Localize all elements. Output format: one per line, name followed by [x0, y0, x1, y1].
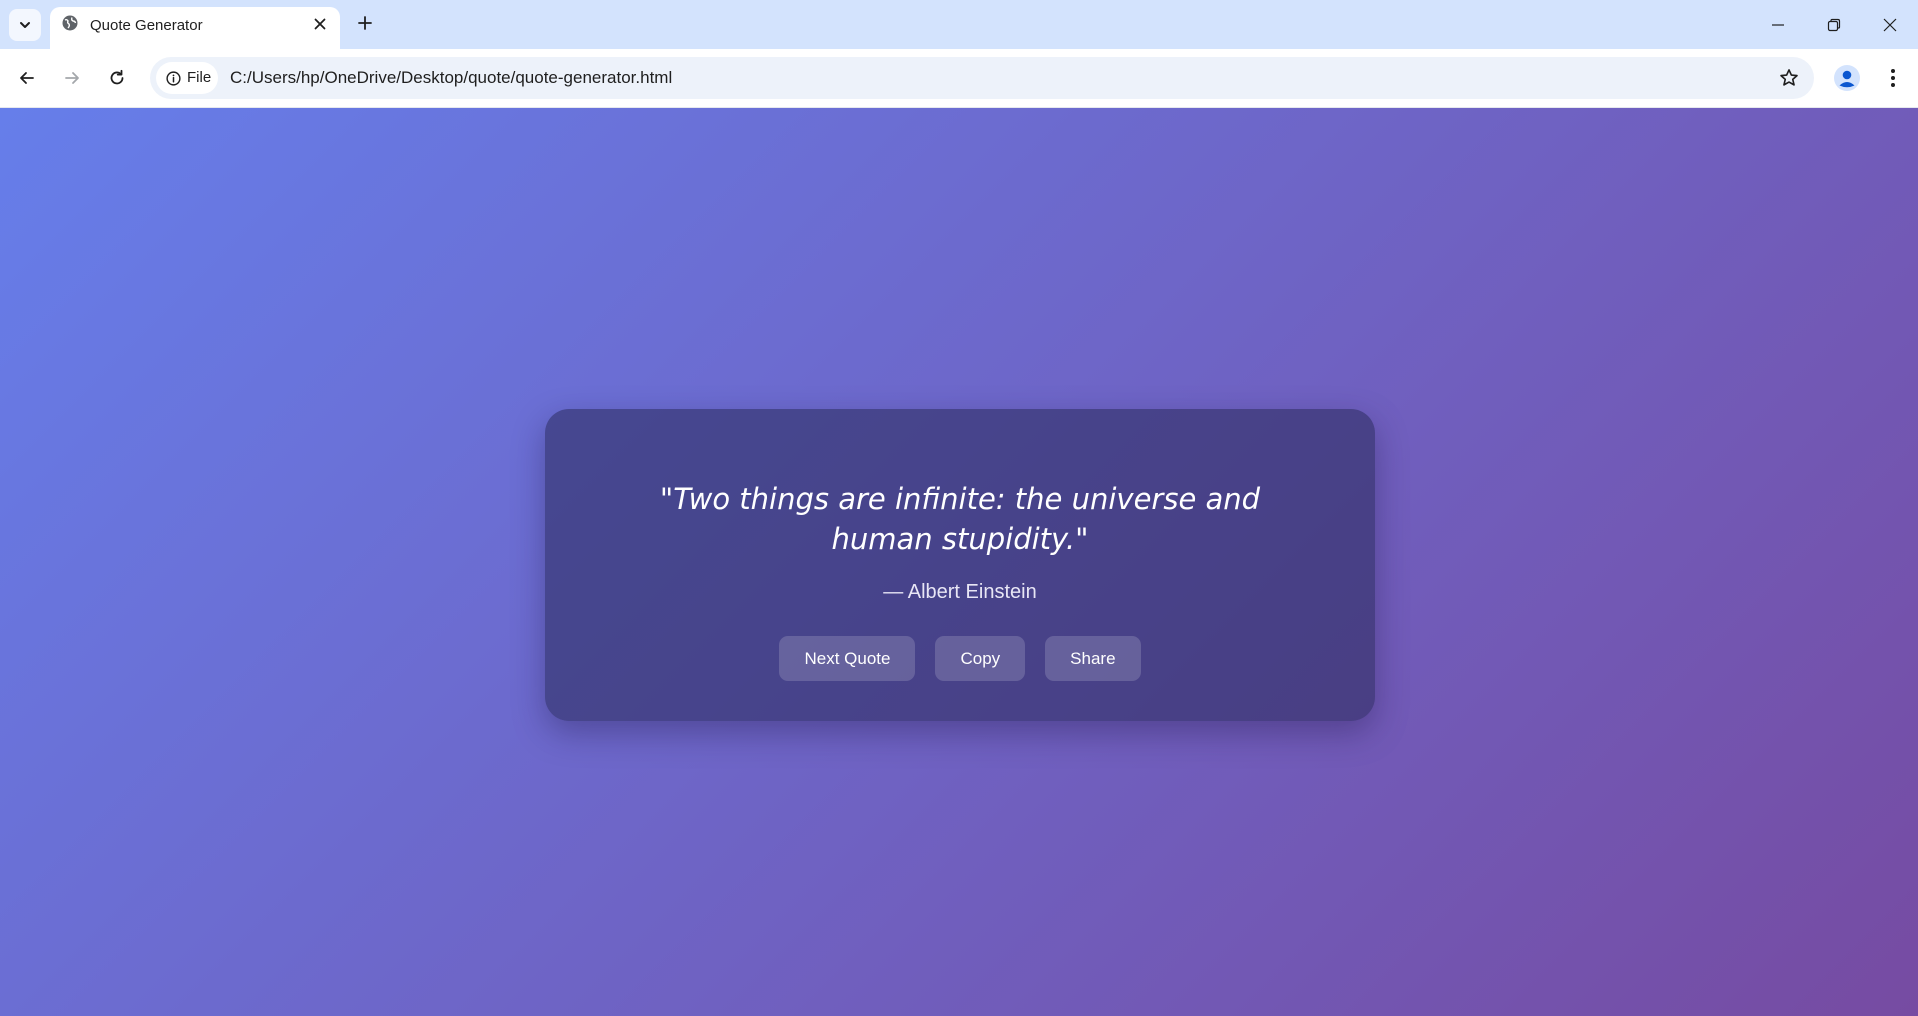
- minimize-button[interactable]: [1750, 0, 1806, 49]
- info-icon: [166, 71, 181, 86]
- browser-toolbar: File C:/Users/hp/OneDrive/Desktop/quote/…: [0, 49, 1918, 108]
- reload-button[interactable]: [102, 63, 132, 93]
- tab-title: Quote Generator: [90, 17, 203, 34]
- close-tab-icon[interactable]: [312, 16, 328, 32]
- globe-icon: [62, 15, 78, 31]
- copy-button[interactable]: Copy: [935, 636, 1026, 681]
- avatar-icon: [1834, 65, 1860, 91]
- profile-button[interactable]: [1832, 63, 1862, 93]
- tab-strip: Quote Generator: [0, 0, 1918, 49]
- chevron-down-icon: [20, 22, 30, 28]
- quote-text: "Two things are infinite: the universe a…: [659, 482, 1261, 556]
- active-tab[interactable]: Quote Generator: [50, 7, 340, 49]
- browser-menu-button[interactable]: [1878, 63, 1908, 93]
- back-arrow-icon: [20, 72, 34, 84]
- forward-button[interactable]: [57, 63, 87, 93]
- url-text[interactable]: C:/Users/hp/OneDrive/Desktop/quote/quote…: [230, 68, 672, 88]
- share-button[interactable]: Share: [1045, 636, 1141, 681]
- reload-icon: [110, 69, 124, 85]
- action-buttons: Next Quote Copy Share: [545, 636, 1375, 681]
- close-icon: [1883, 18, 1897, 31]
- address-bar[interactable]: File C:/Users/hp/OneDrive/Desktop/quote/…: [150, 57, 1814, 99]
- next-quote-button[interactable]: Next Quote: [779, 636, 916, 681]
- quote-author: — Albert Einstein: [883, 581, 1037, 603]
- quote-card: "Two things are infinite: the universe a…: [545, 409, 1375, 721]
- more-vertical-icon: [1891, 69, 1895, 87]
- minimize-icon: [1772, 23, 1784, 26]
- site-chip-label: File: [187, 69, 212, 86]
- plus-icon: [358, 16, 372, 30]
- page-viewport: "Two things are infinite: the universe a…: [0, 108, 1918, 1016]
- restore-button[interactable]: [1806, 0, 1862, 49]
- forward-arrow-icon: [65, 72, 79, 84]
- close-window-button[interactable]: [1862, 0, 1918, 49]
- back-button[interactable]: [12, 63, 42, 93]
- new-tab-button[interactable]: [352, 10, 378, 36]
- tab-search-button[interactable]: [9, 9, 41, 41]
- restore-icon: [1827, 18, 1841, 31]
- bookmark-star-icon[interactable]: [1778, 67, 1800, 89]
- site-info-chip[interactable]: File: [156, 62, 218, 94]
